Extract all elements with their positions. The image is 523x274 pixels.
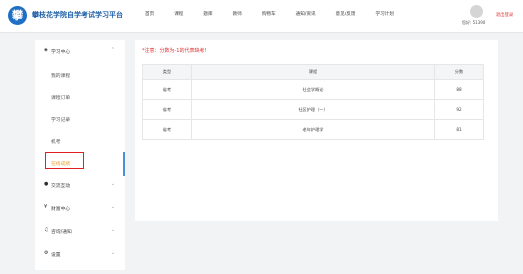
cell-score: 92 (434, 99, 484, 120)
sidebar-group-label: 咨询/通知 (51, 230, 72, 235)
sidebar-group-label: 财富中心 (51, 207, 71, 212)
nav-home[interactable]: 首页 (145, 11, 154, 17)
nav-study-plan[interactable]: 学习计划 (375, 11, 393, 17)
cell-score: 81 (434, 119, 484, 140)
cell-type: 省考 (142, 99, 192, 120)
cell-type: 省考 (142, 79, 192, 100)
nav-teachers[interactable]: 教师 (233, 11, 242, 17)
sidebar-group-label: 学习中心 (51, 50, 71, 55)
chat-icon: ● (44, 181, 49, 187)
nav-question-bank[interactable]: 题库 (203, 11, 212, 17)
top-navigation-bar: 攀 攀枝花学院自学考试学习平台 首页 课程 题库 教师 购物车 通知/资讯 意见… (0, 0, 523, 33)
school-logo-icon[interactable]: 攀 (8, 6, 27, 25)
main-nav: 首页 课程 题库 教师 购物车 通知/资讯 意见/反馈 学习计划 (145, 11, 414, 17)
scores-table: 类型 课程 分数 省考 社会学概论 88 省考 社区护理（一） 92 省考 老年… (142, 64, 484, 140)
table-row: 省考 社区护理（一） 92 (142, 99, 484, 120)
nav-news[interactable]: 通知/资讯 (296, 11, 316, 17)
active-indicator (123, 152, 125, 176)
sidebar: ◈ 学习中心 ⌃ 我的课程 课程订单 学习记录 机考 在线成绩 ● 交流互动 ⌄… (35, 40, 125, 270)
bell-icon: ♫ (44, 227, 49, 233)
nav-feedback[interactable]: 意见/反馈 (336, 11, 356, 17)
chevron-down-icon: ⌄ (110, 204, 115, 210)
table-row: 省考 老年护理学 81 (142, 119, 484, 140)
cell-course: 社会学概论 (191, 79, 435, 100)
sidebar-group-consult[interactable]: ♫ 咨询/通知 ⌄ (35, 226, 125, 240)
gear-icon: ⚙ (44, 250, 49, 256)
table-header-row: 类型 课程 分数 (142, 64, 484, 80)
highlight-box (45, 152, 84, 169)
absence-notice: *注意：分数为-1的代表缺考! (142, 48, 207, 54)
chevron-down-icon: ⌄ (110, 250, 115, 256)
sidebar-group-settings[interactable]: ⚙ 设置 ⌄ (35, 249, 125, 263)
column-header-score: 分数 (434, 64, 484, 80)
column-header-type: 类型 (142, 64, 192, 80)
cell-score: 88 (434, 79, 484, 100)
bookmark-icon: ◈ (44, 47, 48, 53)
cell-course: 社区护理（一） (191, 99, 435, 120)
column-header-course: 课程 (191, 64, 435, 80)
cell-course: 老年护理学 (191, 119, 435, 140)
avatar[interactable] (470, 5, 483, 18)
nav-cart[interactable]: 购物车 (262, 11, 276, 17)
logout-link[interactable]: 退出登录 (496, 12, 513, 18)
sidebar-group-label: 交流互动 (51, 184, 71, 189)
nav-courses[interactable]: 课程 (174, 11, 183, 17)
chevron-down-icon: ⌄ (110, 227, 115, 233)
sidebar-group-exchange[interactable]: ● 交流互动 ⌄ (35, 180, 125, 194)
chevron-up-icon: ⌃ (110, 47, 115, 53)
sidebar-item-my-courses[interactable]: 我的课程 (51, 72, 70, 79)
sidebar-group-study-center[interactable]: ◈ 学习中心 ⌃ (35, 46, 125, 60)
sidebar-item-study-records[interactable]: 学习记录 (51, 116, 70, 123)
table-row: 省考 社会学概论 88 (142, 79, 484, 100)
yen-icon: ¥ (44, 204, 48, 210)
user-greeting: 您好: 51390 (462, 20, 486, 25)
scores-panel: *注意：分数为-1的代表缺考! 类型 课程 分数 省考 社会学概论 88 省考 … (135, 40, 498, 221)
brand-title[interactable]: 攀枝花学院自学考试学习平台 (32, 10, 123, 20)
chevron-down-icon: ⌄ (110, 181, 115, 187)
sidebar-group-finance[interactable]: ¥ 财富中心 ⌄ (35, 203, 125, 217)
sidebar-item-course-orders[interactable]: 课程订单 (51, 94, 70, 101)
sidebar-item-exam[interactable]: 机考 (51, 138, 61, 145)
cell-type: 省考 (142, 119, 192, 140)
sidebar-group-label: 设置 (51, 253, 61, 258)
